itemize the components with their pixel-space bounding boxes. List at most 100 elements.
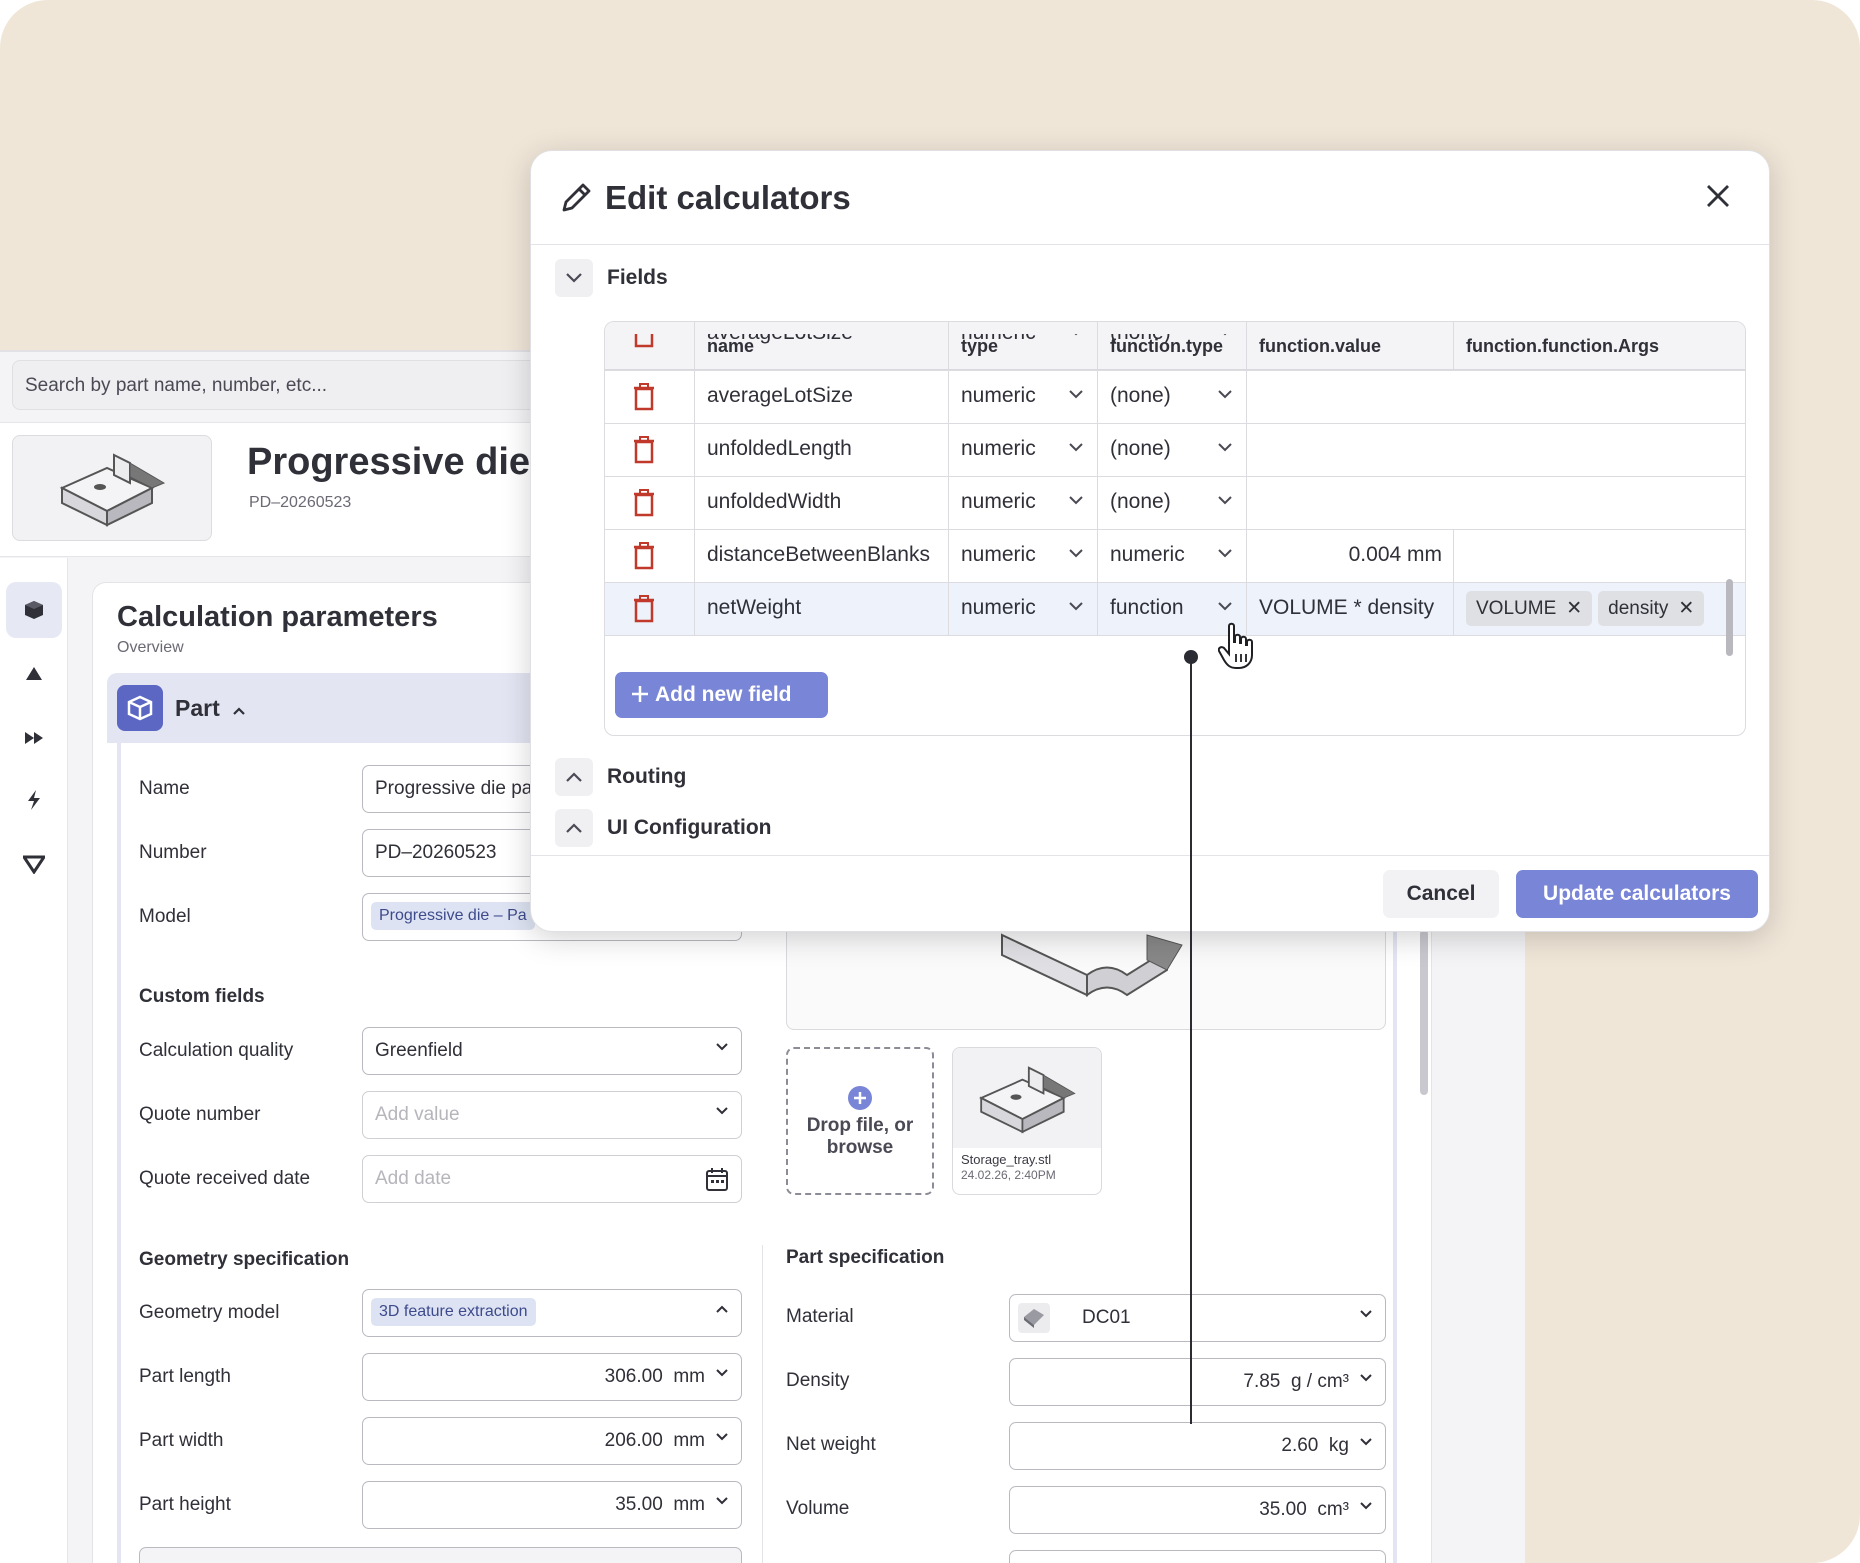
trash-icon[interactable] xyxy=(633,595,655,623)
nav-filter-button[interactable] xyxy=(6,836,62,892)
trash-icon[interactable] xyxy=(633,489,655,517)
density-field[interactable]: 7.85 g / cm³ xyxy=(1009,1358,1386,1406)
chevron-up-icon xyxy=(233,707,245,715)
table-row-selected: netWeight numeric function VOLUME * dens… xyxy=(605,583,1745,636)
table-row: unfoldedLength numeric (none) xyxy=(605,424,1745,477)
function-args-cell[interactable] xyxy=(1453,477,1745,529)
file-name: Storage_tray.stl xyxy=(961,1152,1052,1167)
file-card[interactable]: Storage_tray.stl 24.02.26, 2:40PM xyxy=(952,1047,1102,1195)
arg-tag[interactable]: VOLUME ✕ xyxy=(1466,591,1593,626)
function-type-cell[interactable]: (none) xyxy=(1097,477,1247,529)
collapsed-field[interactable] xyxy=(139,1547,742,1563)
part-width-field[interactable]: 206.00 mm xyxy=(362,1417,742,1465)
search-input[interactable]: Search by part name, number, etc... xyxy=(12,360,552,410)
chevron-down-icon xyxy=(1223,334,1227,336)
field-type-cell[interactable]: numeric xyxy=(948,583,1098,635)
function-type-cell[interactable]: (none) xyxy=(1097,424,1247,476)
chevron-down-icon xyxy=(716,1043,728,1051)
remove-tag-icon[interactable]: ✕ xyxy=(1566,598,1582,619)
fields-accordion-label: Fields xyxy=(607,266,668,289)
function-value-cell[interactable]: 0.004 mm xyxy=(1246,530,1454,582)
update-calculators-button[interactable]: Update calculators xyxy=(1516,870,1758,918)
quote-received-date-field[interactable]: Add date xyxy=(362,1155,742,1203)
net-weight-field[interactable]: 2.60 kg xyxy=(1009,1422,1386,1470)
plus-icon xyxy=(632,686,648,702)
arg-tag[interactable]: density ✕ xyxy=(1598,591,1705,626)
function-args-cell[interactable] xyxy=(1453,424,1745,476)
table-scrollbar[interactable] xyxy=(1726,579,1733,656)
function-value-cell[interactable] xyxy=(1246,334,1454,360)
part-height-field[interactable]: 35.00 mm xyxy=(362,1481,742,1529)
field-name-cell[interactable]: unfoldedWidth xyxy=(694,477,949,529)
function-args-cell[interactable] xyxy=(1453,530,1745,582)
trash-icon[interactable] xyxy=(633,334,655,348)
chevron-down-icon xyxy=(1360,1502,1372,1510)
remove-tag-icon[interactable]: ✕ xyxy=(1678,598,1694,619)
part-length-field[interactable]: 306.00 mm xyxy=(362,1353,742,1401)
field-type-cell[interactable]: numeric xyxy=(948,477,1098,529)
function-value-cell[interactable]: VOLUME * density xyxy=(1246,583,1454,635)
table-row: averageLotSize numeric (none) xyxy=(605,371,1745,424)
part-length-label: Part length xyxy=(139,1366,231,1387)
function-type-cell[interactable]: numeric xyxy=(1097,530,1247,582)
nav-triangle-button[interactable] xyxy=(6,646,62,702)
function-type-cell[interactable]: (none) xyxy=(1097,334,1247,360)
trash-icon[interactable] xyxy=(633,383,655,411)
field-name-cell[interactable]: averageLotSize xyxy=(694,371,949,423)
routing-accordion[interactable]: Routing xyxy=(555,757,686,797)
chevron-up-icon xyxy=(566,772,582,782)
close-icon[interactable] xyxy=(1705,183,1731,209)
trash-icon[interactable] xyxy=(633,542,655,570)
file-thumbnail xyxy=(953,1048,1101,1148)
nav-part-button[interactable] xyxy=(6,582,62,638)
field-type-cell[interactable]: numeric xyxy=(948,424,1098,476)
ui-configuration-accordion-label: UI Configuration xyxy=(607,816,772,839)
scrollbar[interactable] xyxy=(1420,930,1428,1095)
custom-fields-heading: Custom fields xyxy=(139,986,265,1007)
function-value-cell[interactable] xyxy=(1246,371,1454,423)
chevron-down-icon xyxy=(1360,1374,1372,1382)
chevron-down-icon xyxy=(1218,443,1232,452)
field-name-cell[interactable]: averageLotSize xyxy=(694,334,949,360)
density-label: Density xyxy=(786,1370,850,1391)
table-row: unfoldedWidth numeric (none) xyxy=(605,477,1745,530)
volume-field[interactable]: 35.00 cm³ xyxy=(1009,1486,1386,1534)
function-value-cell[interactable] xyxy=(1246,477,1454,529)
geometry-model-select[interactable]: 3D feature extraction xyxy=(362,1289,742,1337)
field-type-cell[interactable]: numeric xyxy=(948,371,1098,423)
field-type-cell[interactable]: numeric xyxy=(948,334,1098,360)
connector-line xyxy=(1190,656,1192,1424)
material-label: Material xyxy=(786,1306,854,1327)
accordion-toggle[interactable] xyxy=(555,809,593,847)
model-chip: Progressive die – Pa xyxy=(371,902,535,930)
quote-number-select[interactable]: Add value xyxy=(362,1091,742,1139)
part-thumbnail xyxy=(12,435,212,541)
function-args-cell[interactable] xyxy=(1453,371,1745,423)
function-args-cell[interactable]: VOLUME ✕ density ✕ xyxy=(1453,583,1745,635)
file-drop-zone[interactable]: Drop file, or browse xyxy=(786,1047,934,1195)
accordion-toggle[interactable] xyxy=(555,758,593,796)
ui-configuration-accordion[interactable]: UI Configuration xyxy=(555,808,771,848)
table-row: distanceBetweenBlanks numeric numeric 0.… xyxy=(605,530,1745,583)
field-name-cell[interactable]: distanceBetweenBlanks xyxy=(694,530,949,582)
nav-fast-forward-button[interactable] xyxy=(6,710,62,766)
field-type-cell[interactable]: numeric xyxy=(948,530,1098,582)
field-name-cell[interactable]: unfoldedLength xyxy=(694,424,949,476)
accordion-toggle[interactable] xyxy=(555,259,593,297)
function-type-cell[interactable]: (none) xyxy=(1097,371,1247,423)
add-new-field-button[interactable]: Add new field xyxy=(615,672,828,718)
fields-accordion[interactable]: Fields xyxy=(555,258,668,298)
trash-icon[interactable] xyxy=(633,436,655,464)
nav-lightning-button[interactable] xyxy=(6,772,62,828)
collapsed-field[interactable] xyxy=(1009,1550,1386,1563)
cancel-button[interactable]: Cancel xyxy=(1383,870,1499,918)
calculation-quality-select[interactable]: Greenfield xyxy=(362,1027,742,1075)
function-args-cell[interactable] xyxy=(1453,334,1745,360)
dialog-footer: Cancel Update calculators xyxy=(531,855,1769,931)
material-select[interactable]: DC01 xyxy=(1009,1294,1386,1342)
field-name-cell[interactable]: netWeight xyxy=(694,583,949,635)
part-width-label: Part width xyxy=(139,1430,224,1451)
quote-number-label: Quote number xyxy=(139,1104,261,1125)
number-label: Number xyxy=(139,842,207,863)
function-value-cell[interactable] xyxy=(1246,424,1454,476)
